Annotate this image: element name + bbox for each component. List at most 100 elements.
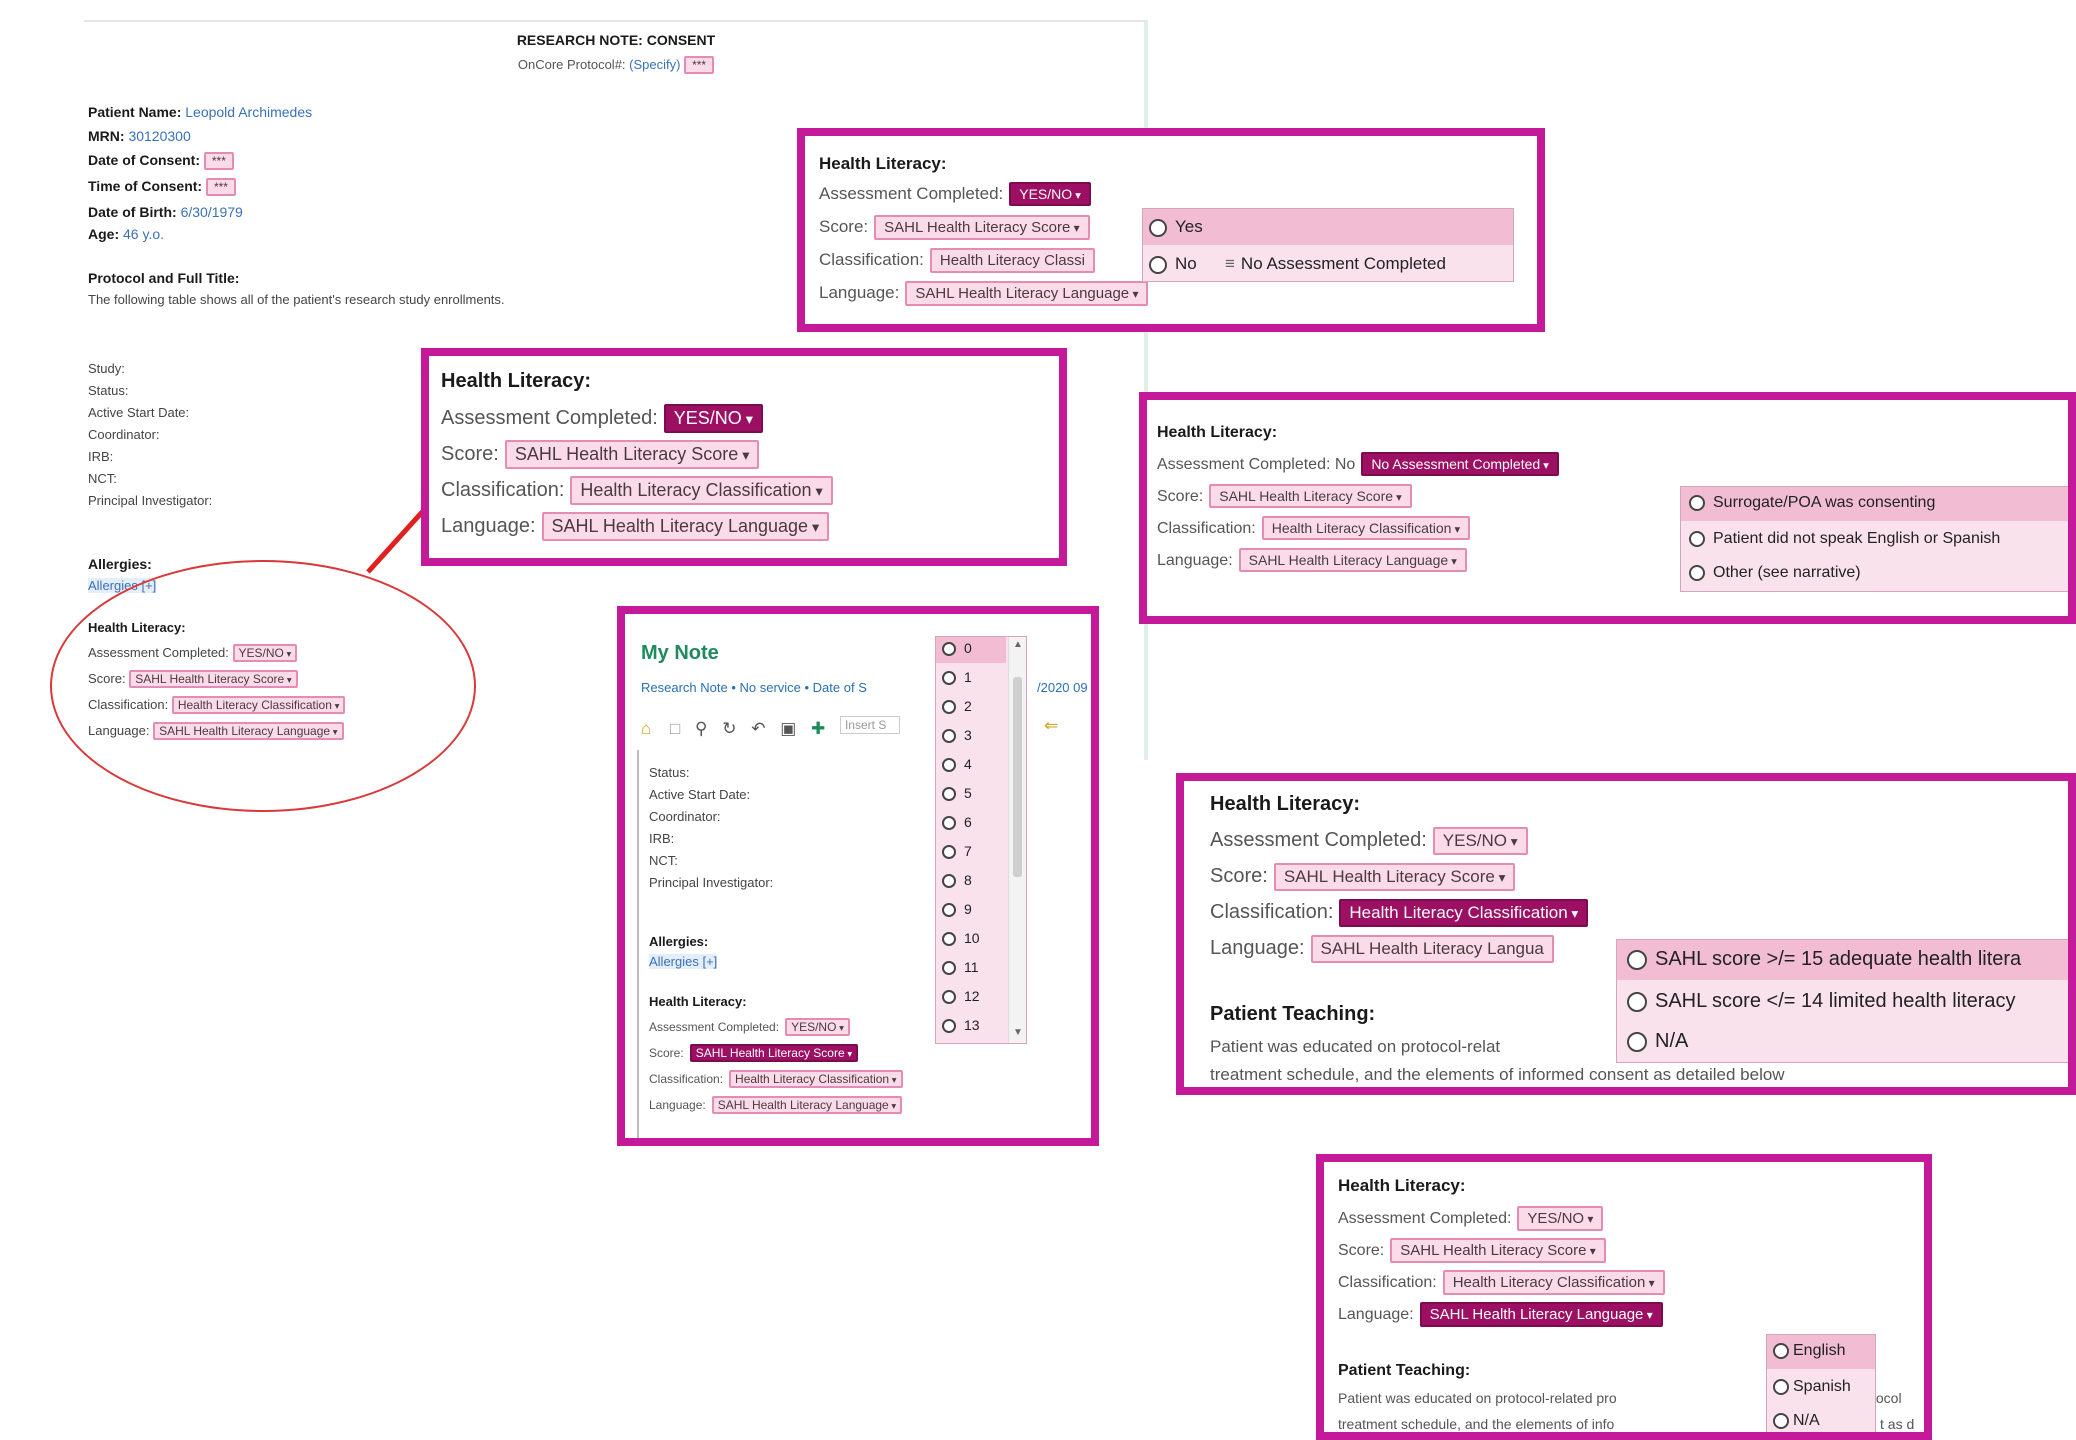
option-language-barrier[interactable]: Patient did not speak English or Spanish (1681, 523, 2008, 557)
assessment-row: Assessment Completed: YES/NO (1338, 1206, 1604, 1231)
scroll-up-icon[interactable]: ▲ (1013, 639, 1023, 650)
language-dropdown[interactable]: SAHL Health Literacy Language (1419, 1302, 1663, 1327)
oncore-specify-link[interactable]: (Specify) (629, 57, 680, 72)
option-limited[interactable]: SAHL score </= 14 limited health literac… (1617, 982, 2026, 1022)
search-icon[interactable]: ⚲ (695, 719, 707, 738)
home-icon[interactable]: ⌂ (641, 719, 651, 738)
assessment-dropdown[interactable]: YES/NO (1432, 827, 1528, 855)
refresh-icon[interactable]: ↻ (722, 719, 736, 738)
date-of-consent-field[interactable]: *** (203, 152, 234, 170)
score-dropdown[interactable]: SAHL Health Literacy Score (1390, 1238, 1606, 1263)
score-option[interactable]: 4 (936, 753, 978, 775)
assessment-dropdown[interactable]: No Assessment Completed (1361, 452, 1559, 476)
study-field: IRB: (649, 831, 675, 846)
patient-teaching-heading: Patient Teaching: (1338, 1362, 1471, 1379)
option-adequate[interactable]: SAHL score >/= 15 adequate health litera (1617, 940, 2068, 980)
score-dropdown[interactable]: SAHL Health Literacy Score (1273, 863, 1516, 891)
oncore-protocol-field[interactable]: *** (684, 56, 715, 74)
age-row: Age: 46 y.o. (88, 226, 164, 242)
language-dropdown[interactable]: SAHL Health Literacy Language (711, 1096, 903, 1114)
language-dropdown[interactable]: SAHL Health Literacy Langua (1310, 935, 1554, 963)
score-options-list: 0 1 2 3 4 5 6 7 8 9 10 11 12 13 ▲ ▼ (935, 636, 1027, 1044)
classification-dropdown[interactable]: Health Literacy Classification (1442, 1270, 1665, 1295)
score-dropdown[interactable]: SAHL Health Literacy Score (504, 440, 760, 469)
score-dropdown[interactable]: SAHL Health Literacy Score (1209, 484, 1412, 508)
scrollbar-thumb[interactable] (1013, 677, 1022, 877)
study-fields-list: Study: Status: Active Start Date: Coordi… (88, 358, 212, 512)
classification-dropdown[interactable]: Health Literacy Classification (1339, 899, 1589, 927)
panel-language-options: Health Literacy: Assessment Completed: YE… (1316, 1154, 1932, 1440)
score-option[interactable]: 8 (936, 869, 978, 891)
option-label: 12 (964, 988, 980, 1004)
classification-dropdown[interactable]: Health Literacy Classification (729, 1070, 903, 1088)
assessment-dropdown[interactable]: YES/NO (1009, 182, 1091, 206)
language-dropdown[interactable]: SAHL Health Literacy Language (905, 281, 1149, 306)
score-option[interactable]: 1 (936, 666, 978, 688)
copy-icon[interactable]: □ (670, 719, 680, 738)
score-option[interactable]: 11 (936, 956, 985, 978)
radio-icon (1149, 218, 1167, 237)
add-icon[interactable]: ✚ (811, 719, 825, 738)
radio-icon (1689, 564, 1705, 581)
date-of-consent-label: Date of Consent: (88, 152, 200, 168)
language-dropdown[interactable]: SAHL Health Literacy Language (541, 512, 830, 541)
score-label: Score: (1210, 865, 1268, 887)
option-no-assessment[interactable]: ≡ No Assessment Completed (1219, 246, 1452, 282)
time-of-consent-row: Time of Consent: *** (88, 178, 236, 196)
oncore-label: OnCore Protocol#: (517, 57, 626, 72)
score-option[interactable]: 0 (936, 637, 1006, 663)
score-option[interactable]: 6 (936, 811, 978, 833)
undo-icon[interactable]: ↶ (751, 719, 765, 738)
patient-teaching-line: treatment schedule, and the elements of … (1210, 1065, 1785, 1084)
classification-row: Classification: Health Literacy Classific… (1338, 1270, 1665, 1295)
score-label: Score: (441, 443, 499, 465)
score-row: Score: SAHL Health Literacy Score (1157, 484, 1412, 508)
frame-icon[interactable]: ▣ (780, 719, 796, 738)
assessment-dropdown[interactable]: YES/NO (663, 404, 764, 433)
health-literacy-heading: Health Literacy: (649, 994, 747, 1009)
score-option[interactable]: 13 (936, 1014, 986, 1036)
language-dropdown[interactable]: SAHL Health Literacy Language (1238, 548, 1467, 572)
radio-icon (942, 700, 956, 715)
option-english[interactable]: English (1767, 1335, 1875, 1369)
study-field: Status: (649, 765, 690, 780)
classification-dropdown[interactable]: Health Literacy Classification (570, 476, 833, 505)
score-option[interactable]: 9 (936, 898, 978, 920)
classification-label: Classification: (441, 479, 565, 501)
score-dropdown[interactable]: SAHL Health Literacy Score (689, 1044, 859, 1062)
radio-icon (942, 729, 956, 744)
allergies-row: Allergies: (88, 556, 152, 572)
option-surrogate[interactable]: Surrogate/POA was consenting (1681, 487, 2068, 521)
time-of-consent-field[interactable]: *** (205, 178, 236, 196)
classification-dropdown[interactable]: Health Literacy Classi (929, 248, 1095, 273)
assessment-dropdown[interactable]: YES/NO (1517, 1206, 1604, 1231)
score-option[interactable]: 2 (936, 695, 978, 717)
language-row: Language: SAHL Health Literacy Language (1338, 1302, 1663, 1327)
allergies-link[interactable]: Allergies [+] (649, 954, 718, 969)
option-label: Yes (1175, 217, 1203, 236)
score-option[interactable]: 12 (936, 985, 986, 1007)
score-dropdown[interactable]: SAHL Health Literacy Score (874, 215, 1090, 240)
option-spanish[interactable]: Spanish (1767, 1371, 1857, 1405)
score-option[interactable]: 5 (936, 782, 978, 804)
option-no[interactable]: No (1143, 246, 1203, 282)
option-label: 3 (964, 727, 972, 743)
classification-dropdown[interactable]: Health Literacy Classification (1261, 516, 1471, 540)
score-option[interactable]: 7 (936, 840, 978, 862)
insert-smarttext-input[interactable]: Insert S (839, 716, 900, 734)
option-na[interactable]: N/A (1767, 1405, 1826, 1432)
option-other[interactable]: Other (see narrative) (1681, 557, 1869, 591)
assessment-dropdown[interactable]: YES/NO (785, 1018, 850, 1036)
option-label: 11 (964, 959, 979, 975)
option-label: N/A (1655, 1030, 1689, 1052)
score-option[interactable]: 3 (936, 724, 978, 746)
score-option[interactable]: 10 (936, 927, 986, 949)
score-row: Score: SAHL Health Literacy Score (441, 440, 760, 469)
score-list-scrollbar[interactable]: ▲ ▼ (1008, 637, 1026, 1043)
option-na[interactable]: N/A (1617, 1022, 1698, 1062)
back-arrow-icon[interactable]: ⇐ (1044, 716, 1058, 736)
scroll-down-icon[interactable]: ▼ (1013, 1027, 1023, 1038)
option-yes[interactable]: Yes (1143, 209, 1513, 245)
protocol-label: Protocol and Full Title: (88, 270, 240, 286)
option-label: 10 (964, 930, 980, 946)
